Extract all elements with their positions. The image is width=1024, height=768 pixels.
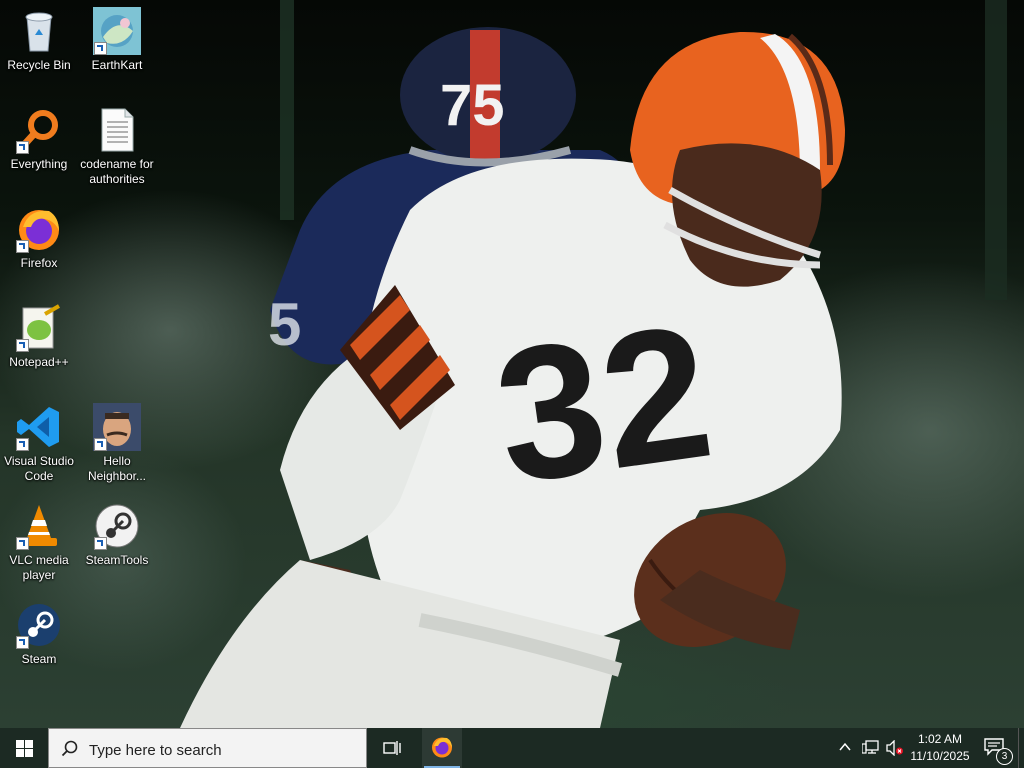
desktop-icon-label: Hello Neighbor... (87, 454, 147, 483)
taskbar-search-box[interactable] (48, 728, 367, 768)
desktop-icon-earthkart[interactable]: EarthKart (79, 7, 155, 73)
recycle-bin-icon (15, 7, 63, 55)
desktop-icon-label: SteamTools (85, 553, 149, 567)
desktop-icon-visual-studio-code[interactable]: Visual Studio Code (1, 403, 77, 484)
start-button[interactable] (0, 728, 48, 768)
desktop-icon-vlc[interactable]: VLC media player (1, 502, 77, 583)
desktop-icon-label: Recycle Bin (7, 58, 71, 72)
shortcut-arrow-icon (16, 339, 29, 352)
shortcut-arrow-icon (16, 537, 29, 550)
notification-count-badge: 3 (996, 748, 1013, 765)
search-icon (61, 740, 78, 757)
everything-search-icon (15, 106, 63, 154)
clock-date: 11/10/2025 (910, 749, 970, 763)
shortcut-arrow-icon (94, 438, 107, 451)
network-status-button[interactable] (858, 728, 882, 768)
shortcut-arrow-icon (16, 240, 29, 253)
desktop-icon-label: Firefox (20, 256, 58, 270)
steamtools-icon (93, 502, 141, 550)
desktop-icon-label: codename for authorities (80, 157, 154, 186)
jersey-number: 32 (484, 285, 723, 524)
text-document-icon (93, 106, 141, 154)
desktop-icon-hello-neighbor[interactable]: Hello Neighbor... (79, 403, 155, 484)
helmet-number-75: 75 (440, 73, 505, 138)
desktop-icon-label: VLC media player (9, 553, 69, 582)
steam-icon (15, 601, 63, 649)
desktop-icon-everything[interactable]: Everything (1, 106, 77, 172)
firefox-icon (15, 205, 63, 253)
svg-text:5: 5 (268, 291, 301, 358)
network-icon (862, 740, 879, 754)
shortcut-arrow-icon (94, 537, 107, 550)
taskbar-firefox-button[interactable] (422, 728, 462, 768)
desktop-icon-label: EarthKart (91, 58, 143, 72)
desktop-icon-label: Visual Studio Code (4, 454, 74, 483)
vlc-icon (15, 502, 63, 550)
desktop-icon-codename-for-authorities[interactable]: codename for authorities (79, 106, 155, 187)
shortcut-arrow-icon (94, 42, 107, 55)
desktop-icon-label: Steam (21, 652, 57, 666)
vscode-icon (15, 403, 63, 451)
clock-time: 1:02 AM (917, 732, 963, 746)
action-center-button[interactable]: 3 (980, 728, 1013, 768)
desktop-icon-recycle-bin[interactable]: Recycle Bin (1, 7, 77, 73)
show-desktop-button[interactable] (1018, 728, 1024, 768)
desktop-icon-label: Everything (10, 157, 68, 171)
desktop-icon-steamtools[interactable]: SteamTools (79, 502, 155, 568)
task-view-button[interactable] (372, 728, 412, 768)
desktop-icon-firefox[interactable]: Firefox (1, 205, 77, 271)
shortcut-arrow-icon (16, 141, 29, 154)
taskbar: 1:02 AM 11/10/2025 3 (0, 728, 1024, 768)
hello-neighbor-icon (93, 403, 141, 451)
desktop-icon-label: Notepad++ (9, 355, 69, 369)
show-hidden-icons-button[interactable] (834, 728, 858, 768)
earthkart-icon (93, 7, 141, 55)
search-input[interactable] (87, 738, 351, 762)
desktop-icon-notepad-plus-plus[interactable]: Notepad++ (1, 304, 77, 370)
taskbar-clock[interactable]: 1:02 AM 11/10/2025 (902, 731, 978, 765)
firefox-icon (432, 737, 452, 758)
chevron-up-icon (839, 742, 851, 751)
shortcut-arrow-icon (16, 636, 29, 649)
task-view-icon (383, 741, 401, 755)
desktop-icon-steam[interactable]: Steam (1, 601, 77, 667)
shortcut-arrow-icon (16, 438, 29, 451)
notepad-plus-plus-icon (15, 304, 63, 352)
windows-logo-icon (16, 740, 33, 757)
